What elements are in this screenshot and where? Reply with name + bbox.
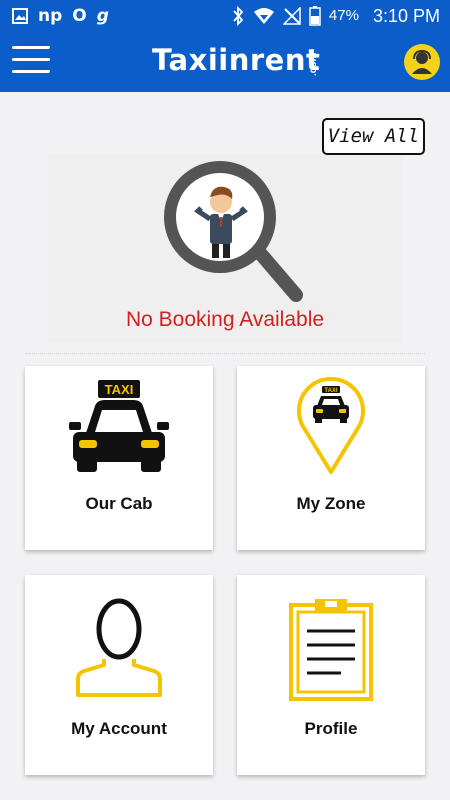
status-left: np O g [12, 4, 109, 28]
battery-percent: 47% [328, 7, 359, 24]
location-pin-taxi-icon: TAXI [297, 376, 365, 474]
section-divider [25, 353, 425, 354]
status-app-o: O [72, 6, 87, 26]
profile-label: Profile [304, 719, 358, 738]
menu-button[interactable] [12, 45, 50, 75]
taxi-icon: TAXI [69, 380, 169, 472]
app-bar: Taxiinrent .com [0, 32, 450, 92]
clipboard-icon [289, 599, 373, 701]
our-cab-tile[interactable]: TAXI Our Cab [25, 366, 213, 550]
avatar-button[interactable] [404, 44, 440, 80]
my-account-tile[interactable]: My Account [25, 575, 213, 775]
my-zone-tile[interactable]: TAXI My Zone [237, 366, 425, 550]
image-icon [12, 8, 28, 24]
wifi-icon [253, 8, 274, 24]
our-cab-label: Our Cab [85, 494, 153, 513]
status-bar: np O g 47% 3:10 PM [0, 0, 450, 32]
profile-tile[interactable]: Profile [237, 575, 425, 775]
app-title-suffix: .com [308, 52, 319, 76]
status-right: 47% 3:10 PM [231, 4, 440, 28]
no-booking-panel: No Booking Available [48, 155, 402, 342]
status-time: 3:10 PM [372, 6, 440, 26]
my-zone-label: My Zone [296, 494, 366, 513]
taxi-sign-label: TAXI [105, 382, 134, 397]
my-account-label: My Account [71, 719, 167, 738]
zone-taxi-sign-label: TAXI [324, 388, 338, 394]
no-signal-icon [282, 7, 301, 25]
status-app-np: np [38, 6, 63, 26]
search-person-illustration [164, 161, 303, 302]
view-all-button[interactable]: View All [322, 118, 425, 155]
no-booking-message: No Booking Available [125, 308, 325, 331]
status-app-g: g [96, 6, 109, 26]
app-title: Taxiinrent [152, 43, 321, 77]
user-avatar-icon [412, 49, 432, 74]
bluetooth-icon [233, 6, 244, 26]
battery-icon [309, 6, 321, 26]
user-outline-icon [76, 598, 162, 697]
